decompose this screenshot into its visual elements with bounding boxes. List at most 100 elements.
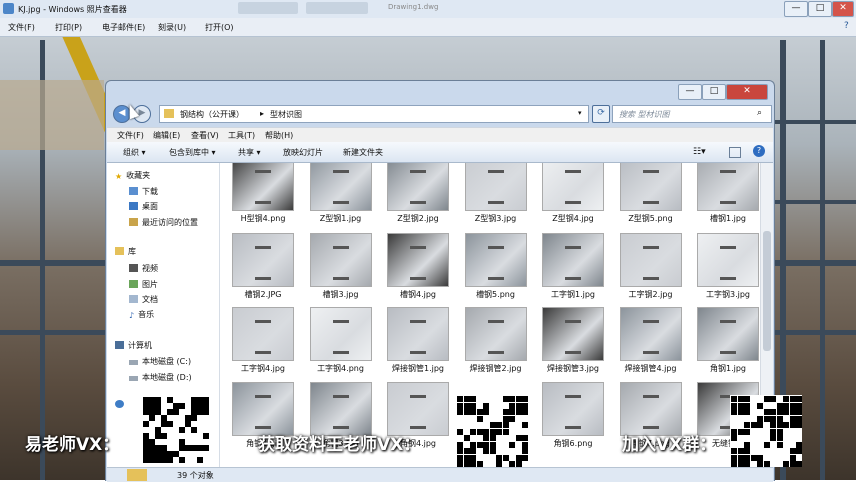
sidebar-favorites[interactable]: ★ 收藏夹 [115,170,150,181]
qr-module [522,441,529,448]
file-thumbnail [387,382,449,436]
sidebar-item-drive-d[interactable]: 本地磁盘 (D:) [129,372,192,383]
sidebar-item-desktop[interactable]: 桌面 [129,201,158,212]
sidebar-item-downloads[interactable]: 下载 [129,186,158,197]
qr-module [185,421,191,427]
explorer-close-button[interactable]: ✕ [726,84,768,100]
close-button[interactable]: ✕ [832,1,854,17]
viewer-menu-email[interactable]: 电子邮件(E) [102,22,145,33]
qr-module [167,409,173,415]
qr-module [522,402,529,409]
file-item[interactable]: 角钢6.png [534,382,612,458]
qr-module [457,454,464,461]
help-icon[interactable]: ? [753,145,765,157]
sidebar-item-music[interactable]: ♪ 音乐 [129,309,154,320]
photo-viewer-icon [3,3,14,14]
qr-module [197,445,203,451]
sidebar-item-drive-c[interactable]: 本地磁盘 (C:) [129,356,191,367]
menu-view[interactable]: 查看(V) [191,130,219,141]
qr-module [197,457,203,463]
file-item[interactable]: 焊接钢管2.jpg [457,307,535,383]
file-item[interactable]: 槽钢5.png [457,233,535,309]
qr-module [783,461,790,468]
file-item[interactable]: 槽钢2.JPG [224,233,302,309]
file-item[interactable]: 槽钢4.jpg [379,233,457,309]
organize-button[interactable]: 组织 ▾ [123,147,146,158]
qr-module [470,461,477,468]
qr-module [470,441,477,448]
file-item[interactable]: 焊接钢管1.jpg [379,307,457,383]
search-icon[interactable]: ⌕ [757,108,762,118]
explorer-maximize-button[interactable]: □ [702,84,726,100]
preview-pane-icon[interactable] [729,147,741,158]
file-item[interactable]: 槽钢3.jpg [302,233,380,309]
qr-module [750,422,757,429]
explorer-menubar: 文件(F) 编辑(E) 查看(V) 工具(T) 帮助(H) [107,127,773,142]
drive-icon [129,376,138,381]
breadcrumb-root[interactable]: 钢结构（公开课） [180,109,244,120]
help-icon[interactable]: ? [844,21,849,31]
menu-help[interactable]: 帮助(H) [265,130,293,141]
sidebar-item-videos[interactable]: 视频 [129,263,158,274]
menu-file[interactable]: 文件(F) [117,130,144,141]
menu-edit[interactable]: 编辑(E) [153,130,180,141]
qr-module [744,454,751,461]
sidebar-item-recent[interactable]: 最近访问的位置 [129,217,198,228]
file-item[interactable]: Z型钢5.png [612,163,690,233]
new-folder-button[interactable]: 新建文件夹 [343,147,383,158]
minimize-button[interactable]: — [784,1,808,17]
explorer-minimize-button[interactable]: — [678,84,702,100]
qr-module [522,435,529,442]
view-options-icon[interactable]: ☷▾ [693,147,706,157]
steel-profile-shape [410,170,426,204]
refresh-icon[interactable]: ⟳ [592,105,610,123]
file-item[interactable]: 工字钢1.jpg [534,233,612,309]
file-item[interactable]: Z型钢4.jpg [534,163,612,233]
slideshow-button[interactable]: 放映幻灯片 [283,147,323,158]
share-button[interactable]: 共享 ▾ [238,147,261,158]
file-item[interactable]: 槽钢1.jpg [689,163,760,233]
file-item[interactable]: 角钢1.jpg [689,307,760,383]
qr-module [161,451,167,457]
qr-module [522,422,529,429]
file-thumbnail [387,307,449,361]
file-item[interactable]: 焊接钢管4.jpg [612,307,690,383]
include-in-library-button[interactable]: 包含到库中 ▾ [169,147,216,158]
address-dropdown-icon[interactable]: ▾ [578,109,582,117]
search-field[interactable]: 搜索 型材识图 ⌕ [612,105,772,123]
file-item[interactable]: 工字钢2.jpg [612,233,690,309]
qr-module [149,403,155,409]
file-item[interactable]: H型钢4.png [224,163,302,233]
sidebar-item-documents[interactable]: 文档 [129,294,158,305]
viewer-menu-burn[interactable]: 刻录(U) [158,22,186,33]
viewer-menu-open[interactable]: 打开(O) [205,22,234,33]
qr-module [509,396,516,403]
qr-module [191,415,197,421]
steel-profile-shape [565,395,581,429]
sidebar-network[interactable] [115,400,128,409]
scrollbar-thumb[interactable] [763,231,771,351]
qr-module [179,439,185,445]
address-bar[interactable]: 钢结构（公开课） ▸ 型材识图 ▾ [159,105,589,123]
file-item[interactable]: 工字钢4.jpg [224,307,302,383]
breadcrumb-current[interactable]: 型材识图 [270,109,302,120]
file-item[interactable]: 工字钢4.png [302,307,380,383]
sidebar-computer[interactable]: 计算机 [115,340,152,351]
qr-module [502,454,509,461]
music-icon: ♪ [129,311,135,320]
blurred-tab-label: Drawing1.dwg [388,3,439,11]
file-item[interactable]: Z型钢1.jpg [302,163,380,233]
menu-tools[interactable]: 工具(T) [228,130,255,141]
qr-module [789,402,796,409]
file-item[interactable]: Z型钢2.jpg [379,163,457,233]
sidebar-item-pictures[interactable]: 图片 [129,279,158,290]
file-item[interactable]: Z型钢3.jpg [457,163,535,233]
viewer-menu-print[interactable]: 打印(P) [55,22,82,33]
maximize-button[interactable]: □ [808,1,832,17]
viewer-menu-file[interactable]: 文件(F) [8,22,35,33]
file-item[interactable]: 工字钢3.jpg [689,233,760,309]
qr-module [143,409,149,415]
file-item[interactable]: 焊接钢管3.jpg [534,307,612,383]
steel-profile-shape [332,246,349,280]
sidebar-libraries[interactable]: 库 [115,246,136,257]
